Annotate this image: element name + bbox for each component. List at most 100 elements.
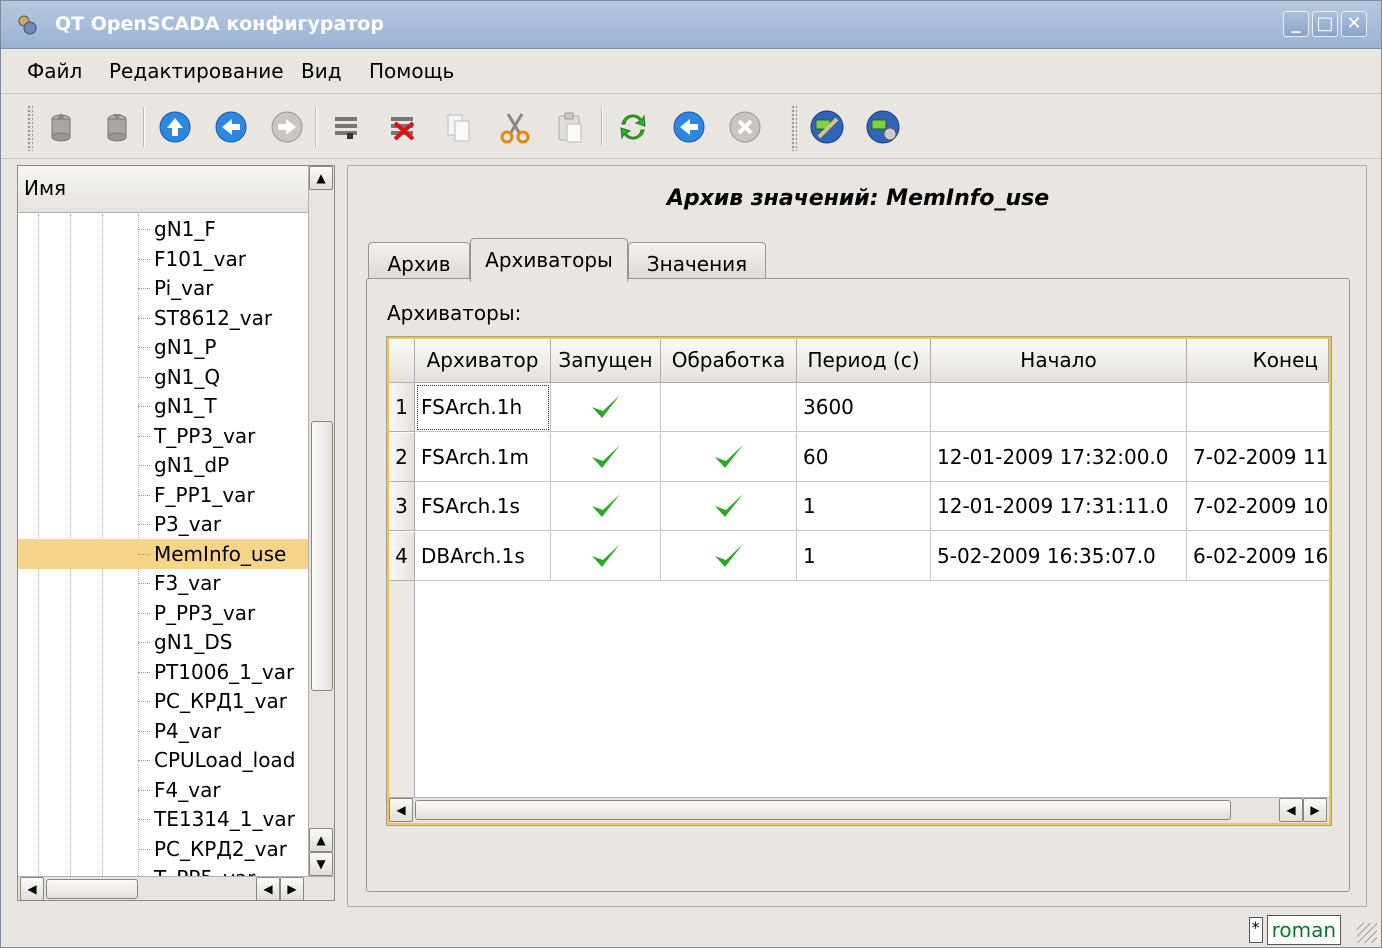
tree-item[interactable]: P_PP3_var (18, 598, 308, 628)
station-connect-button[interactable] (807, 107, 847, 147)
archiver-cell[interactable]: FSArch.1s (415, 482, 551, 531)
tree-item[interactable]: F4_var (18, 775, 308, 805)
user-indicator[interactable]: roman (1266, 915, 1341, 945)
minimize-button[interactable]: _ (1283, 11, 1309, 37)
processing-cell[interactable] (661, 531, 797, 581)
period-cell[interactable]: 1 (797, 482, 931, 531)
column-header[interactable]: Конец (1187, 339, 1329, 383)
scroll-down-button[interactable]: ▼ (309, 852, 333, 876)
maximize-button[interactable]: □ (1312, 11, 1338, 37)
processing-cell[interactable] (661, 482, 797, 531)
scroll-left-button[interactable]: ◀ (20, 877, 44, 901)
tree-item[interactable]: P4_var (18, 716, 308, 746)
tree-item[interactable]: F3_var (18, 568, 308, 598)
end-cell[interactable]: 7-02-2009 10 (1187, 482, 1329, 531)
toolbar-grip[interactable] (27, 105, 33, 151)
archivers-table[interactable]: Архиватор Запущен Обработка Период (с) Н… (386, 336, 1332, 826)
begin-cell[interactable] (931, 383, 1187, 432)
splitter-handle[interactable] (339, 165, 347, 901)
tree-horizontal-scrollbar[interactable]: ◀ ◀ ▶ (18, 876, 334, 901)
scroll-right-button[interactable]: ▶ (280, 877, 304, 901)
tree-item[interactable]: T_PP3_var (18, 421, 308, 451)
tree-item[interactable]: gN1_DS (18, 627, 308, 657)
copy-button[interactable] (439, 107, 479, 147)
tree-item[interactable]: MemInfo_use (18, 538, 308, 569)
tree-item[interactable]: P3_var (18, 509, 308, 539)
column-header[interactable]: Период (с) (797, 339, 931, 383)
menu-help[interactable]: Помощь (369, 59, 454, 83)
paste-button[interactable] (551, 107, 591, 147)
started-cell[interactable] (551, 482, 661, 531)
row-header[interactable]: 1 (389, 383, 415, 432)
close-button[interactable]: ✕ (1341, 11, 1367, 37)
scroll-up-button[interactable]: ▲ (309, 166, 333, 190)
tree-scroll-thumb[interactable] (311, 421, 333, 691)
processing-cell[interactable] (661, 383, 797, 432)
table-scroll-left-button-2[interactable]: ◀ (1279, 798, 1303, 822)
db-save-button[interactable] (97, 107, 137, 147)
archiver-cell[interactable]: FSArch.1m (415, 432, 551, 482)
column-header[interactable]: Начало (931, 339, 1187, 383)
tree-body[interactable]: gN1_F F101_var Pi_var ST8612_var gN1_P gN1_Q g… (18, 214, 308, 876)
tree-item[interactable]: F101_var (18, 244, 308, 274)
tree-item[interactable]: TE1314_1_var (18, 804, 308, 834)
start-button[interactable] (669, 107, 709, 147)
tree-item[interactable]: F_PP1_var (18, 480, 308, 510)
forward-button[interactable] (267, 107, 307, 147)
tree-item[interactable]: PC_КРД2_var (18, 834, 308, 864)
tab-archivers[interactable]: Архиваторы (470, 238, 628, 282)
toolbar-grip-2[interactable] (791, 105, 797, 151)
started-cell[interactable] (551, 531, 661, 581)
add-item-button[interactable] (327, 107, 367, 147)
end-cell[interactable]: 7-02-2009 11 (1187, 433, 1329, 482)
tree-item[interactable]: Pi_var (18, 273, 308, 303)
column-header[interactable]: Архиватор (415, 339, 551, 383)
tree-item[interactable]: ST8612_var (18, 303, 308, 333)
back-button[interactable] (211, 107, 251, 147)
table-horizontal-scrollbar[interactable]: ◀ ◀ ▶ (389, 797, 1329, 823)
scroll-up-button-bottom[interactable]: ▲ (309, 828, 333, 852)
archiver-cell[interactable]: FSArch.1h (415, 383, 551, 432)
menu-edit[interactable]: Редактирование (109, 59, 284, 83)
started-cell[interactable] (551, 383, 661, 432)
begin-cell[interactable]: 12-01-2009 17:32:00.0 (931, 432, 1187, 482)
tree-hscroll-thumb[interactable] (46, 879, 138, 899)
column-header[interactable]: Обработка (661, 339, 797, 383)
archiver-cell[interactable]: DBArch.1s (415, 531, 551, 581)
menu-file[interactable]: Файл (27, 59, 82, 83)
cut-button[interactable] (495, 107, 535, 147)
tab-archive[interactable]: Архив (368, 242, 470, 282)
tree-item[interactable]: CPULoad_load (18, 745, 308, 775)
resize-grip[interactable] (1357, 923, 1377, 943)
tree-item[interactable]: PC_КРД1_var (18, 686, 308, 716)
delete-item-button[interactable] (383, 107, 423, 147)
period-cell[interactable]: 1 (797, 531, 931, 581)
station-config-button[interactable] (863, 107, 903, 147)
begin-cell[interactable]: 12-01-2009 17:31:11.0 (931, 482, 1187, 531)
up-button[interactable] (155, 107, 195, 147)
processing-cell[interactable] (661, 432, 797, 482)
tree-item[interactable]: gN1_Q (18, 362, 308, 392)
tab-values[interactable]: Значения (628, 242, 766, 282)
table-hscroll-thumb[interactable] (415, 800, 1231, 820)
row-header[interactable]: 2 (389, 432, 415, 482)
tree-item[interactable]: gN1_P (18, 332, 308, 362)
end-cell[interactable]: 6-02-2009 16 (1187, 532, 1329, 581)
tree-item[interactable]: gN1_T (18, 391, 308, 421)
column-header[interactable]: Запущен (551, 339, 661, 383)
table-corner[interactable] (389, 339, 415, 383)
row-header[interactable]: 4 (389, 531, 415, 581)
table-scroll-left-button[interactable]: ◀ (389, 798, 413, 822)
stop-button[interactable] (725, 107, 765, 147)
period-cell[interactable]: 60 (797, 432, 931, 482)
begin-cell[interactable]: 5-02-2009 16:35:07.0 (931, 531, 1187, 581)
tree-header-name[interactable]: Имя (18, 166, 308, 213)
period-cell[interactable]: 3600 (797, 383, 931, 432)
refresh-button[interactable] (613, 107, 653, 147)
tree-item[interactable]: gN1_F (18, 214, 308, 244)
object-tree[interactable]: Имя gN1_F F101_var Pi_var ST8612_var gN1_P gN… (17, 165, 335, 901)
tree-item[interactable]: T_PP5_var (18, 863, 308, 876)
started-cell[interactable] (551, 432, 661, 482)
title-bar[interactable]: QT OpenSCADA конфигуратор _ □ ✕ (1, 1, 1381, 49)
row-header[interactable]: 3 (389, 482, 415, 531)
